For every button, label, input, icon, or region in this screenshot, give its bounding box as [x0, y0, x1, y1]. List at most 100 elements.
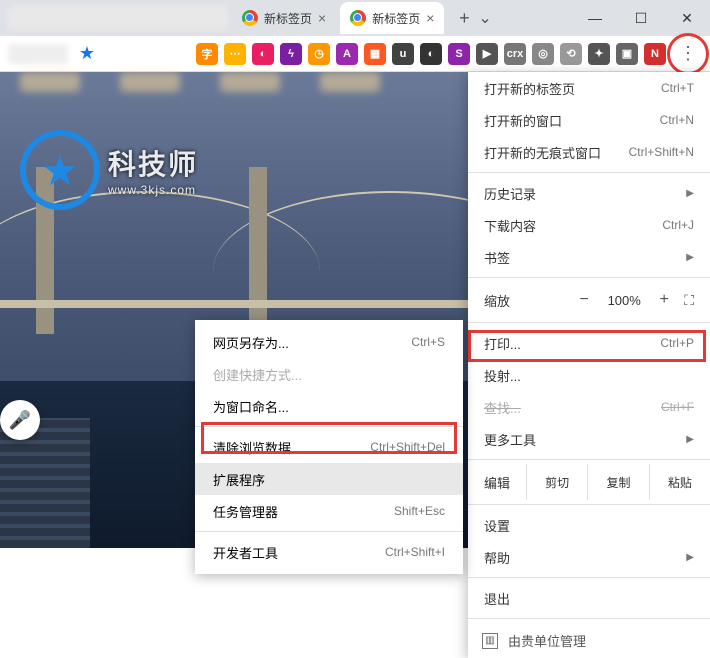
menu-label: 查找... [484, 398, 521, 417]
extension-icon[interactable]: ϟ [280, 43, 302, 65]
menu-label: 打开新的标签页 [484, 79, 575, 98]
close-icon[interactable]: × [426, 10, 434, 26]
menu-print[interactable]: 打印... Ctrl+P [468, 327, 710, 359]
close-icon[interactable]: × [318, 10, 326, 26]
fullscreen-icon[interactable]: ⛶ [684, 292, 694, 309]
extension-icon[interactable]: ▣ [616, 43, 638, 65]
window-controls: — ☐ ✕ [572, 2, 710, 34]
tab-dropdown-icon[interactable]: ⌄ [478, 8, 491, 28]
menu-shortcut: Ctrl+Shift+N [629, 145, 694, 159]
extension-icon[interactable]: ⟲ [560, 43, 582, 65]
watermark: ★ 科技师 www.3kjs.com [20, 130, 198, 210]
menu-shortcut: Ctrl+Shift+I [385, 545, 445, 559]
submenu-clear-data[interactable]: 清除浏览数据... Ctrl+Shift+Del [195, 431, 463, 463]
maximize-button[interactable]: ☐ [618, 2, 664, 34]
menu-label: 开发者工具 [213, 543, 278, 562]
menu-shortcut: Shift+Esc [394, 504, 445, 518]
blurred-area [8, 44, 68, 64]
extension-icon[interactable]: ▶ [476, 43, 498, 65]
menu-edit-row: 编辑 剪切 复制 粘贴 [468, 464, 710, 500]
menu-label: 扩展程序 [213, 470, 265, 489]
extension-icon[interactable]: ▦ [364, 43, 386, 65]
submenu-extensions[interactable]: 扩展程序 [195, 463, 463, 495]
extension-icon[interactable]: crx [504, 43, 526, 65]
browser-tab[interactable]: 新标签页 × [232, 2, 336, 34]
toolbar: ★ 字 ⋯ ◐ ϟ ◷ A ▦ u ◐ S ▶ crx ◎ ⟲ ✦ ▣ N ⋮ [0, 36, 710, 72]
extension-icon[interactable]: N [644, 43, 666, 65]
menu-help[interactable]: 帮助 ▶ [468, 541, 710, 573]
menu-label: 打开新的无痕式窗口 [484, 143, 601, 162]
menu-bookmarks[interactable]: 书签 ▶ [468, 241, 710, 273]
menu-label: 退出 [484, 589, 510, 608]
menu-cast[interactable]: 投射... [468, 359, 710, 391]
extension-icon[interactable]: ◷ [308, 43, 330, 65]
bookmark-star-icon[interactable]: ★ [76, 43, 98, 65]
menu-history[interactable]: 历史记录 ▶ [468, 177, 710, 209]
menu-label: 下载内容 [484, 216, 536, 235]
submenu-save-page[interactable]: 网页另存为... Ctrl+S [195, 326, 463, 358]
menu-label: 创建快捷方式... [213, 365, 302, 384]
browser-tab-active[interactable]: 新标签页 × [340, 2, 444, 34]
more-tools-submenu: 网页另存为... Ctrl+S 创建快捷方式... 为窗口命名... 清除浏览数… [195, 320, 463, 574]
menu-label: 缩放 [484, 291, 564, 310]
tab-title: 新标签页 [264, 10, 312, 27]
voice-search-button[interactable]: 🎤 [0, 400, 40, 440]
chevron-right-icon: ▶ [686, 188, 694, 199]
submenu-name-window[interactable]: 为窗口命名... [195, 390, 463, 422]
menu-settings[interactable]: 设置 [468, 509, 710, 541]
new-tab-button[interactable]: + [450, 4, 478, 32]
menu-exit[interactable]: 退出 [468, 582, 710, 614]
watermark-title: 科技师 [108, 143, 198, 183]
submenu-dev-tools[interactable]: 开发者工具 Ctrl+Shift+I [195, 536, 463, 568]
menu-separator [468, 172, 710, 173]
menu-separator [468, 504, 710, 505]
menu-label: 为窗口命名... [213, 397, 289, 416]
chrome-main-menu: 打开新的标签页 Ctrl+T 打开新的窗口 Ctrl+N 打开新的无痕式窗口 C… [468, 72, 710, 658]
extension-icon[interactable]: u [392, 43, 414, 65]
menu-more-tools[interactable]: 更多工具 ▶ [468, 423, 710, 455]
chevron-right-icon: ▶ [686, 252, 694, 263]
extension-icon[interactable]: A [336, 43, 358, 65]
cut-button[interactable]: 剪切 [526, 464, 587, 500]
chevron-right-icon: ▶ [686, 552, 694, 563]
extension-icon[interactable]: ✦ [588, 43, 610, 65]
menu-label: 任务管理器 [213, 502, 278, 521]
chrome-menu-button[interactable]: ⋮ [674, 40, 702, 68]
menu-separator [468, 322, 710, 323]
menu-separator [468, 277, 710, 278]
menu-shortcut: Ctrl+T [661, 81, 694, 95]
menu-downloads[interactable]: 下载内容 Ctrl+J [468, 209, 710, 241]
copy-button[interactable]: 复制 [587, 464, 648, 500]
menu-shortcut: Ctrl+N [660, 113, 694, 127]
menu-find[interactable]: 查找... Ctrl+F [468, 391, 710, 423]
menu-label: 清除浏览数据... [213, 438, 302, 457]
submenu-task-manager[interactable]: 任务管理器 Shift+Esc [195, 495, 463, 527]
menu-label: 书签 [484, 248, 510, 267]
extension-icon[interactable]: ◎ [532, 43, 554, 65]
menu-new-tab[interactable]: 打开新的标签页 Ctrl+T [468, 72, 710, 104]
menu-new-window[interactable]: 打开新的窗口 Ctrl+N [468, 104, 710, 136]
menu-label: 历史记录 [484, 184, 536, 203]
close-window-button[interactable]: ✕ [664, 2, 710, 34]
menu-separator [468, 459, 710, 460]
tab-title: 新标签页 [372, 10, 420, 27]
chevron-right-icon: ▶ [686, 434, 694, 445]
menu-shortcut: Ctrl+Shift+Del [370, 440, 445, 454]
menu-incognito[interactable]: 打开新的无痕式窗口 Ctrl+Shift+N [468, 136, 710, 168]
menu-label: 帮助 [484, 548, 510, 567]
extension-icon[interactable]: ⋯ [224, 43, 246, 65]
menu-separator [468, 618, 710, 619]
chrome-icon [242, 10, 258, 26]
menu-label: 设置 [484, 516, 510, 535]
menu-managed[interactable]: ▥ 由贵单位管理 [468, 623, 710, 658]
chrome-icon [350, 10, 366, 26]
extension-icon[interactable]: ◐ [252, 43, 274, 65]
extension-icon[interactable]: ◐ [420, 43, 442, 65]
menu-separator [468, 577, 710, 578]
extension-icon[interactable]: S [448, 43, 470, 65]
paste-button[interactable]: 粘贴 [649, 464, 710, 500]
extension-icon[interactable]: 字 [196, 43, 218, 65]
zoom-out-button[interactable]: − [574, 291, 594, 309]
zoom-in-button[interactable]: + [654, 291, 674, 309]
minimize-button[interactable]: — [572, 2, 618, 34]
